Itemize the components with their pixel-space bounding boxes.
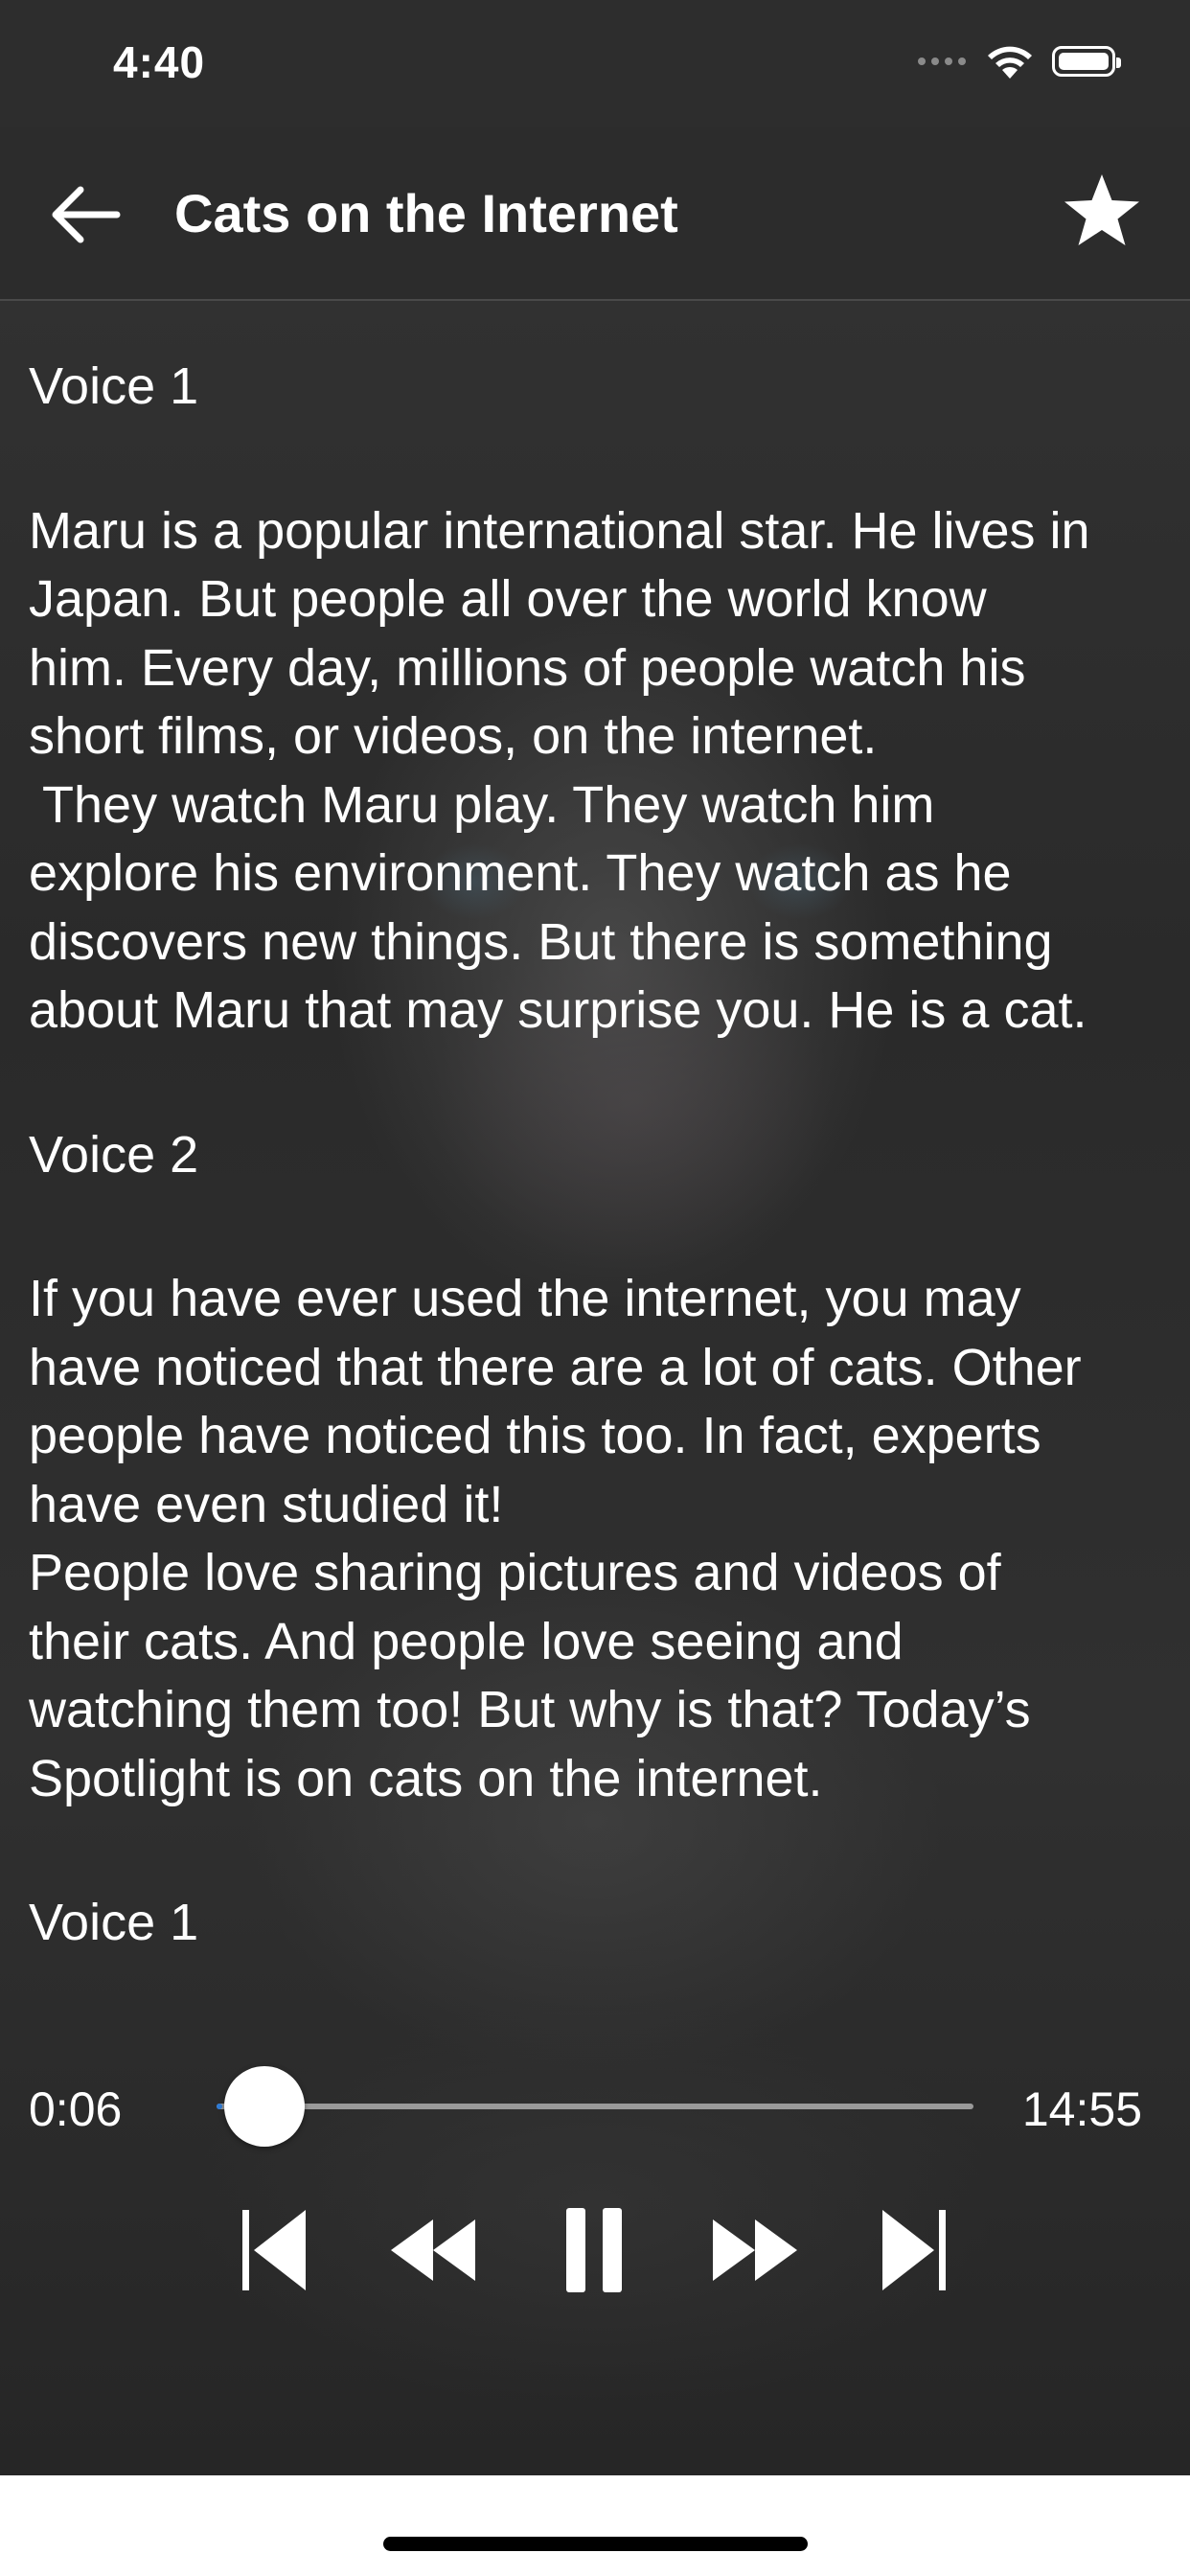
pause-icon [566, 2208, 622, 2292]
transcript: Voice 1 Maru is a popular international … [29, 353, 1169, 1958]
transcript-line: If you have ever used the internet, you … [29, 1270, 1021, 1327]
status-time: 4:40 [113, 37, 206, 87]
transcript-line: their cats. And people love seeing and [29, 1612, 904, 1670]
transcript-line: short films, or videos, on the internet. [29, 707, 878, 765]
pause-button[interactable] [556, 2193, 632, 2308]
transcript-line: people have noticed this too. In fact, e… [29, 1407, 1041, 1464]
skip-next-icon [882, 2210, 946, 2290]
fast-forward-icon [713, 2220, 797, 2281]
playback-controls [0, 2193, 1190, 2308]
battery-icon [1052, 46, 1121, 77]
speaker-label: Voice 1 [29, 1894, 199, 1951]
status-bar: 4:40 [0, 0, 1190, 126]
transcript-line: People love sharing pictures and videos … [29, 1544, 1001, 1601]
rewind-icon [391, 2220, 475, 2281]
previous-button[interactable] [230, 2193, 316, 2308]
progress-fill [217, 2104, 222, 2109]
total-time: 14:55 [1021, 2082, 1142, 2136]
forward-button[interactable] [707, 2193, 803, 2308]
transcript-line: have noticed that there are a lot of cat… [29, 1338, 1082, 1396]
transcript-line: Maru is a popular international star. He… [29, 501, 1090, 560]
elapsed-time: 0:06 [29, 2082, 123, 2136]
wifi-icon [988, 46, 1032, 79]
cellular-signal-icon [918, 58, 966, 65]
transcript-line: watching them too! But why is that? Toda… [29, 1681, 1031, 1738]
speaker-label: Voice 1 [29, 357, 199, 415]
next-button[interactable] [872, 2193, 958, 2308]
transcript-line: about Maru that may surprise you. He is … [29, 981, 1087, 1039]
home-indicator-area [0, 2475, 1190, 2576]
transcript-line: They watch Maru play. They watch him [29, 775, 935, 834]
slider-thumb[interactable] [223, 2066, 305, 2147]
skip-previous-icon [242, 2210, 306, 2290]
star-icon[interactable] [1060, 171, 1144, 255]
transcript-line: explore his environment. They watch as h… [29, 844, 1012, 902]
transcript-line: him. Every day, millions of people watch… [29, 638, 1026, 697]
audio-player: 0:06 14:55 [0, 2051, 1190, 2472]
transcript-line: Spotlight is on cats on the internet. [29, 1749, 823, 1807]
rewind-button[interactable] [385, 2193, 481, 2308]
transcript-line: have even studied it! [29, 1475, 504, 1533]
page-title: Cats on the Internet [174, 183, 678, 243]
transcript-line: discovers new things. But there is somet… [29, 912, 1053, 971]
progress-slider[interactable] [217, 2104, 973, 2109]
navigation-bar: Cats on the Internet [0, 126, 1190, 301]
back-arrow-icon[interactable] [48, 176, 125, 253]
home-indicator[interactable] [383, 2537, 808, 2551]
speaker-label: Voice 2 [29, 1125, 199, 1184]
transcript-line: Japan. But people all over the world kno… [29, 570, 987, 628]
